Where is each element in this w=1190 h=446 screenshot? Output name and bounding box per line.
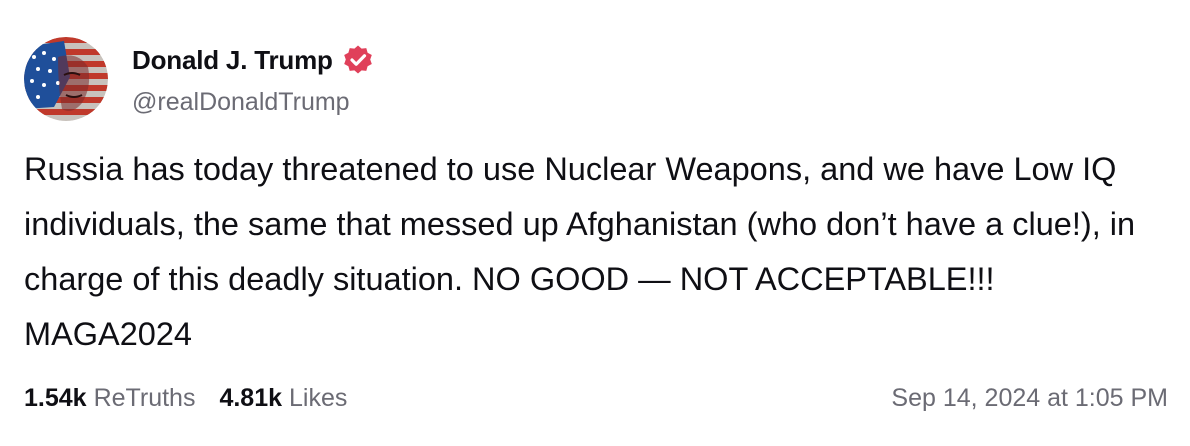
author-display-name[interactable]: Donald J. Trump [132, 45, 333, 76]
post-timestamp[interactable]: Sep 14, 2024 at 1:05 PM [891, 384, 1168, 413]
retruths-label: ReTruths [93, 384, 196, 412]
truth-post: Donald J. Trump @realDonaldTrump Russia … [0, 0, 1190, 446]
likes-stat[interactable]: 4.81k Likes [219, 384, 347, 413]
avatar-flag-portrait-icon [24, 37, 108, 121]
likes-count: 4.81k [219, 384, 283, 412]
verified-badge-icon [343, 45, 372, 74]
retruths-count: 1.54k [24, 384, 87, 412]
likes-label: Likes [289, 384, 348, 412]
author-handle[interactable]: @realDonaldTrump [132, 88, 350, 117]
author-name-row: Donald J. Trump [132, 42, 374, 78]
post-stats: 1.54k ReTruths 4.81k Likes [24, 384, 347, 413]
retruths-stat[interactable]: 1.54k ReTruths [24, 384, 195, 413]
post-body-text: Russia has today threatened to use Nucle… [24, 151, 1145, 352]
author-avatar[interactable] [24, 37, 108, 121]
